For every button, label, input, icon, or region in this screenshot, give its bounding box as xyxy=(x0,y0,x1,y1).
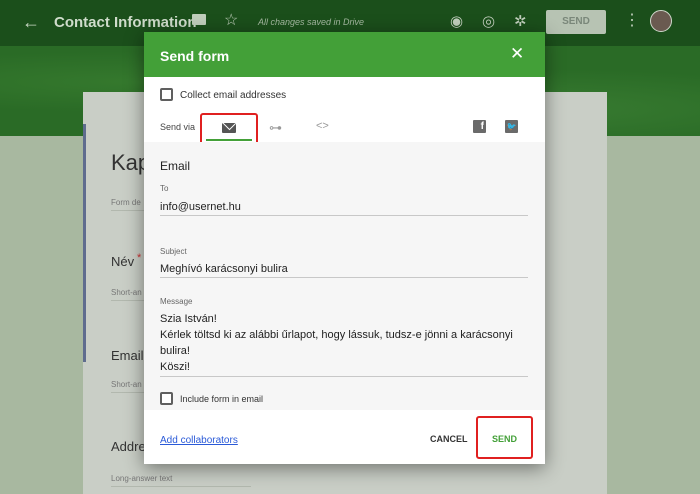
save-status: All changes saved in Drive xyxy=(258,17,365,27)
send-form-dialog: Send form ✕ Collect email addresses Send… xyxy=(144,32,545,464)
send-via-label: Send via xyxy=(160,122,196,132)
dialog-title: Send form xyxy=(160,48,230,64)
email-panel xyxy=(144,142,545,410)
back-arrow-icon[interactable]: ← xyxy=(22,12,40,33)
question-hint: Short-an xyxy=(111,380,142,389)
add-collaborators-link[interactable]: Add collaborators xyxy=(160,435,238,446)
question-label-address: Addre xyxy=(111,439,146,454)
card-accent-bar xyxy=(83,124,86,362)
more-vert-icon[interactable]: ⋮ xyxy=(624,10,640,30)
folder-icon[interactable] xyxy=(192,14,206,25)
to-field[interactable]: info@usernet.hu xyxy=(160,201,241,213)
close-icon[interactable]: ✕ xyxy=(510,45,524,62)
message-line: Köszi! xyxy=(160,361,190,373)
dialog-header: Send form ✕ xyxy=(144,32,545,77)
message-line: bulira! xyxy=(160,345,190,357)
include-form-label: Include form in email xyxy=(180,394,264,404)
link-icon[interactable]: ⊶ xyxy=(269,120,282,136)
palette-icon[interactable]: ◉ xyxy=(450,12,463,30)
message-line: Kérlek töltsd ki az alábbi űrlapot, hogy… xyxy=(160,329,513,341)
required-marker: * xyxy=(137,252,142,264)
subject-field[interactable]: Meghívó karácsonyi bulira xyxy=(160,263,288,275)
toolbar-send-button[interactable]: SEND xyxy=(546,10,606,34)
to-field-underline xyxy=(160,215,528,216)
cancel-button[interactable]: CANCEL xyxy=(430,434,468,444)
question-label-nev: Név xyxy=(111,254,135,269)
settings-gear-icon[interactable]: ✲ xyxy=(514,12,527,30)
to-label: To xyxy=(160,184,169,193)
message-label: Message xyxy=(160,297,193,306)
message-field-underline xyxy=(160,376,528,377)
collect-email-label: Collect email addresses xyxy=(180,90,287,101)
twitter-icon[interactable]: 🐦 xyxy=(505,120,518,133)
collect-email-checkbox[interactable] xyxy=(160,88,173,101)
email-section-title: Email xyxy=(160,159,191,173)
subject-field-underline xyxy=(160,277,528,278)
envelope-icon xyxy=(222,123,236,133)
avatar[interactable] xyxy=(650,10,672,32)
include-form-checkbox[interactable] xyxy=(160,392,173,405)
question-hint: Long-answer text xyxy=(111,474,173,483)
subject-label: Subject xyxy=(160,247,187,256)
message-line: Szia István! xyxy=(160,313,217,325)
facebook-icon[interactable]: f xyxy=(473,120,486,133)
star-icon[interactable]: ☆ xyxy=(224,10,238,30)
form-title: Contact Information xyxy=(54,14,197,31)
send-button[interactable]: SEND xyxy=(492,434,517,444)
question-label-email: Email xyxy=(111,348,144,363)
active-tab-indicator xyxy=(206,139,252,141)
preview-eye-icon[interactable]: ◎ xyxy=(482,12,495,30)
embed-code-icon[interactable]: <> xyxy=(316,120,329,132)
form-description-fragment: Form de xyxy=(111,198,141,207)
question-hint: Short-an xyxy=(111,288,142,297)
